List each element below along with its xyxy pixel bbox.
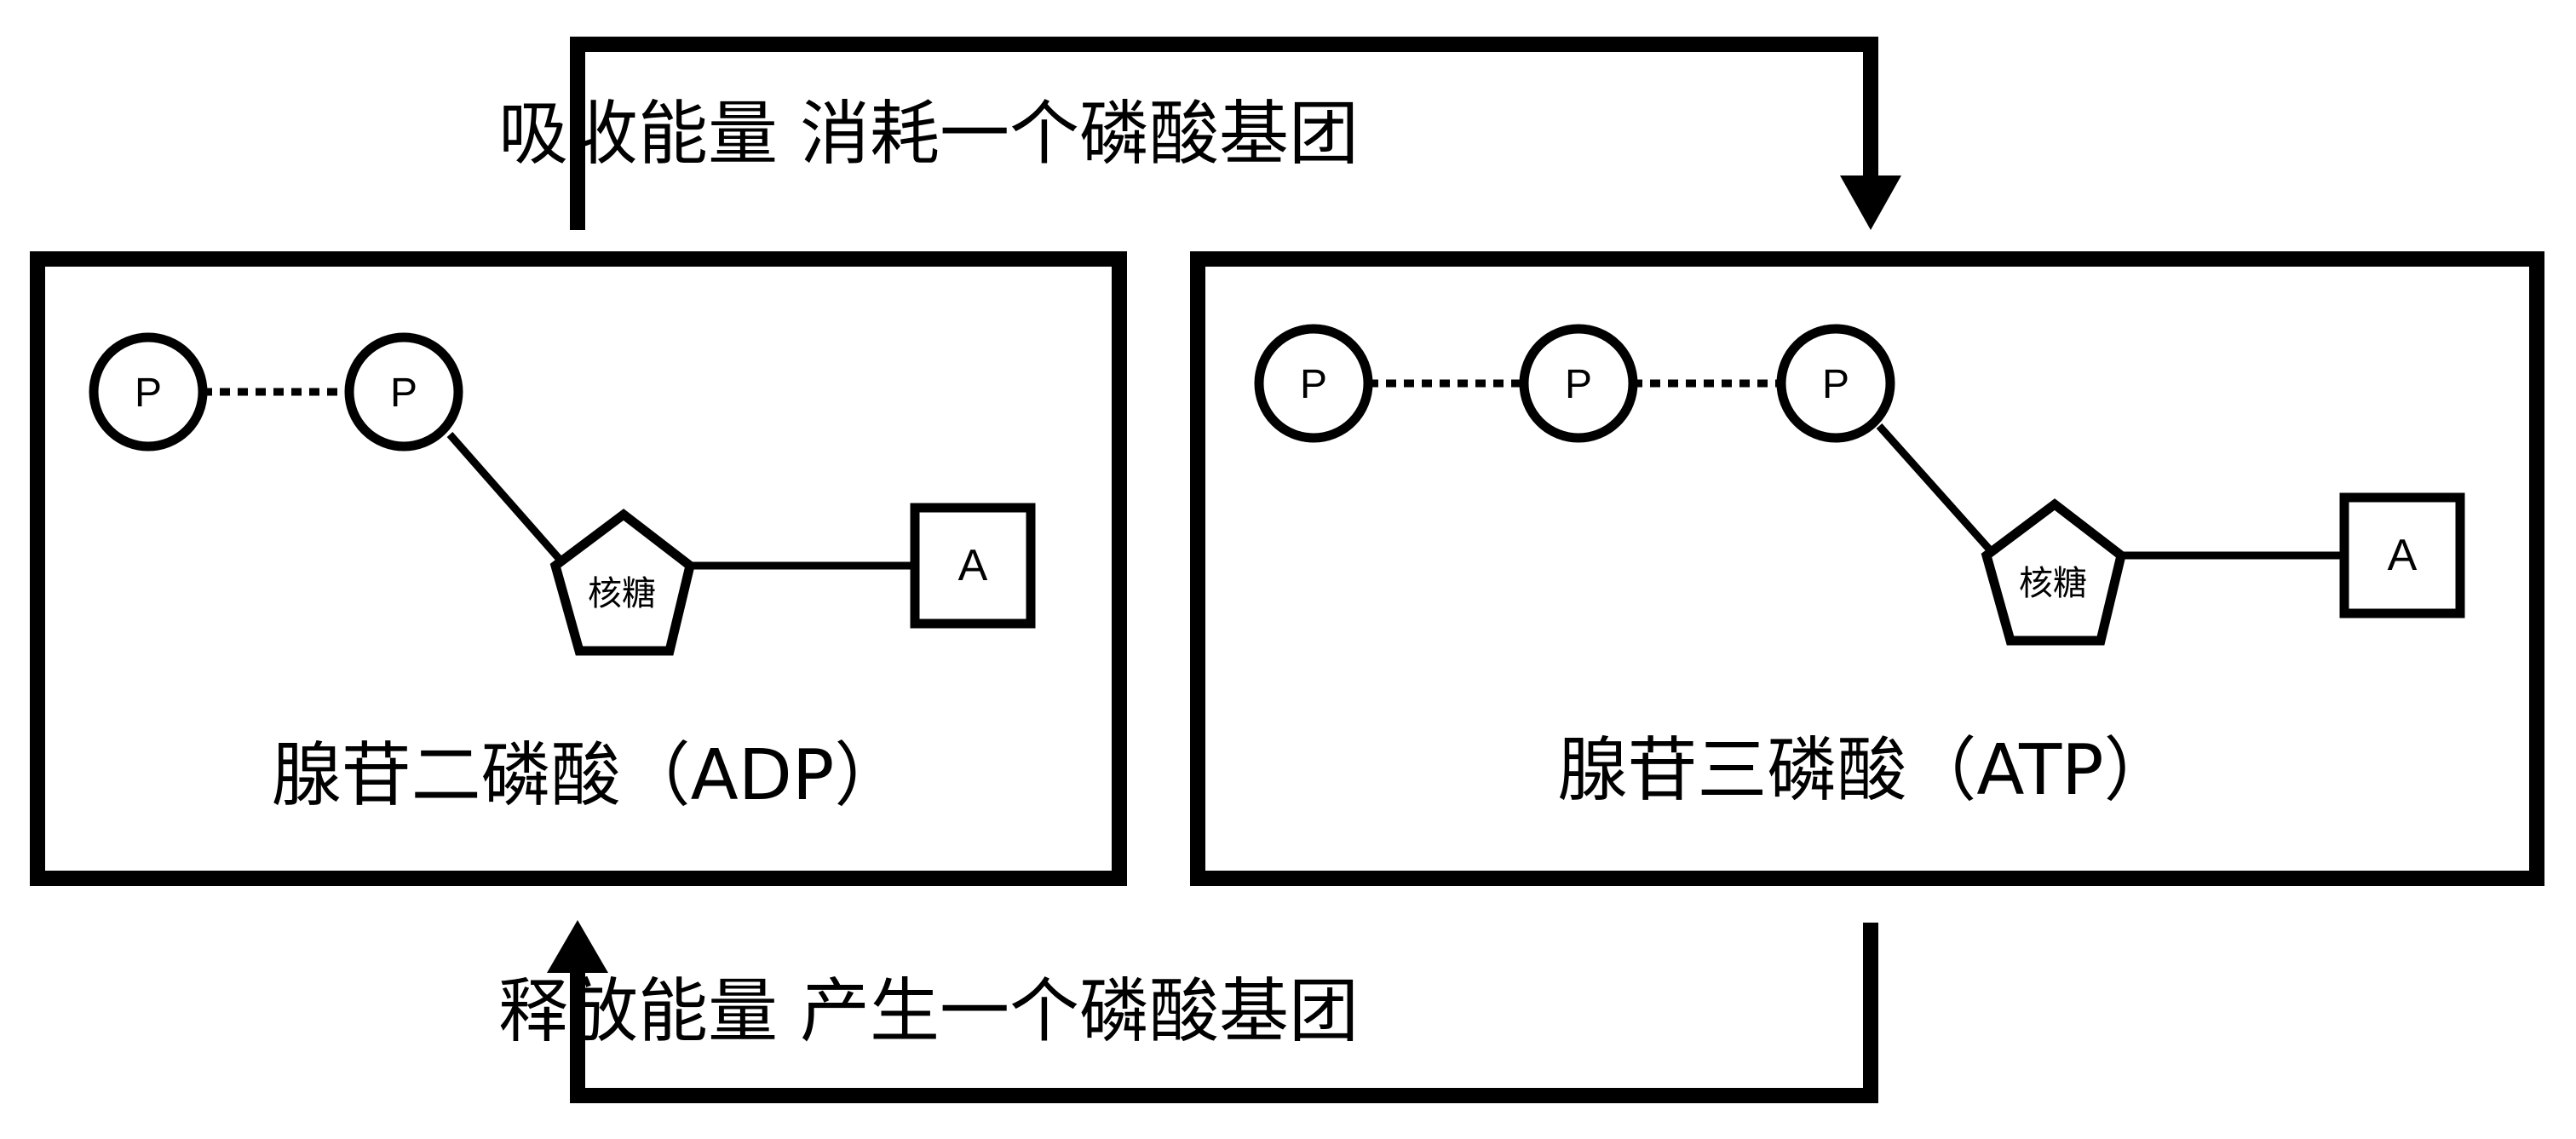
adp-adenine: A <box>910 503 1036 629</box>
atp-phosphate-3: P <box>1776 324 1895 443</box>
atp-ribose-label: 核糖 <box>2019 564 2087 603</box>
adp-phosphate-sugar-link <box>446 432 566 565</box>
atp-adenine-label: A <box>2388 531 2418 580</box>
adp-phosphate-2: P <box>344 332 463 452</box>
atp-phosphate-1-label: P <box>1300 362 1327 407</box>
adp-box: P P 核糖 A 腺苷二磷酸（ADP） <box>30 251 1127 886</box>
atp-title: 腺苷三磷酸（ATP） <box>1557 730 2173 811</box>
atp-box: P P P 核糖 A 腺苷三磷酸（ATP） <box>1190 251 2544 886</box>
atp-ribose: 核糖 <box>1981 498 2127 646</box>
adp-phosphate-1-label: P <box>135 371 162 416</box>
bottom-arrowhead <box>547 920 608 973</box>
adp-phosphate-1: P <box>89 332 208 452</box>
adp-ribose-label: 核糖 <box>588 574 656 613</box>
adp-phosphate-2-label: P <box>390 371 417 416</box>
adp-atp-cycle-diagram: 吸收能量 消耗一个磷酸基团 释放能量 产生一个磷酸基团 P P 核糖 A 腺苷二… <box>30 37 2544 1103</box>
atp-phosphate-sugar-link <box>1876 423 1997 556</box>
adp-adenine-label: A <box>958 541 988 590</box>
atp-phosphate-2-label: P <box>1565 362 1592 407</box>
atp-phosphate-1: P <box>1254 324 1373 443</box>
adp-title: 腺苷二磷酸（ADP） <box>272 735 905 816</box>
atp-phosphate-3-label: P <box>1822 362 1849 407</box>
adp-ribose: 核糖 <box>549 509 696 656</box>
top-arrowhead <box>1840 175 1901 230</box>
top-flow-label: 吸收能量 消耗一个磷酸基团 <box>498 94 1359 175</box>
bottom-flow-label: 释放能量 产生一个磷酸基团 <box>498 971 1359 1052</box>
atp-adenine: A <box>2339 492 2465 618</box>
atp-phosphate-2: P <box>1519 324 1638 443</box>
